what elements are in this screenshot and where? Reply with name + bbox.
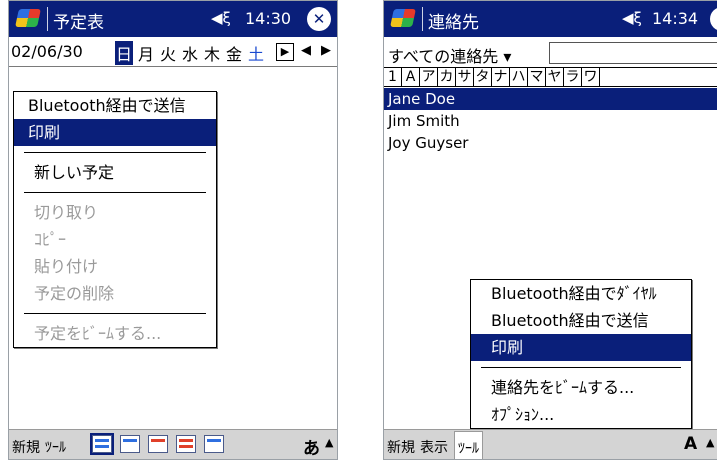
- day-selector: 日 月 火 水 木 金 土: [115, 41, 265, 65]
- filter-row: すべての連絡先 ▾: [384, 37, 717, 67]
- menu-divider: [24, 313, 206, 314]
- menu-cut[interactable]: 切り取り: [14, 199, 216, 226]
- menu-divider: [481, 367, 681, 368]
- contact-row[interactable]: Jim Smith: [384, 110, 717, 132]
- index-tabs: 1 A ア カ サ タ ナ ハ マ ヤ ラ ワ: [384, 67, 717, 87]
- speaker-icon[interactable]: ◀ξ: [622, 9, 642, 27]
- day-wed[interactable]: 水: [181, 41, 199, 65]
- menu-send-bluetooth[interactable]: Bluetooth経由で送信: [14, 92, 216, 119]
- start-button[interactable]: [15, 7, 41, 31]
- day-sun[interactable]: 日: [115, 41, 133, 65]
- clock[interactable]: 14:34: [652, 9, 698, 28]
- input-method-button[interactable]: A: [684, 434, 697, 454]
- menu-divider: [24, 152, 206, 153]
- contact-row[interactable]: Jane Doe: [384, 88, 717, 110]
- contact-row[interactable]: Joy Guyser: [384, 132, 717, 154]
- menu-beam-contact[interactable]: 連絡先をﾋﾞｰﾑする...: [471, 374, 691, 401]
- index-tab[interactable]: カ: [438, 68, 456, 86]
- app-title: 連絡先: [428, 13, 479, 33]
- menu-print[interactable]: 印刷: [471, 334, 691, 361]
- index-tab[interactable]: ワ: [582, 68, 600, 86]
- day-view-icon[interactable]: [120, 435, 140, 453]
- input-method-button[interactable]: あ: [303, 434, 320, 459]
- start-button[interactable]: [390, 7, 416, 31]
- title-separator: [422, 7, 423, 31]
- index-tab[interactable]: ヤ: [546, 68, 564, 86]
- index-tab[interactable]: ハ: [510, 68, 528, 86]
- clock[interactable]: 14:30: [245, 9, 291, 28]
- menu-send-bluetooth[interactable]: Bluetooth経由で送信: [471, 307, 691, 334]
- contact-list: Jane Doe Jim Smith Joy Guyser: [384, 88, 717, 154]
- tools-menu: Bluetooth経由でﾀﾞｲﾔﾙ Bluetooth経由で送信 印刷 連絡先を…: [470, 279, 692, 429]
- title-bar: 連絡先 ◀ξ 14:34 ✕: [384, 1, 717, 37]
- command-bar: 新規 ﾂｰﾙ あ ▲: [9, 429, 337, 459]
- app-title: 予定表: [53, 13, 104, 33]
- category-filter-dropdown[interactable]: すべての連絡先 ▾: [388, 43, 511, 67]
- menu-options[interactable]: ｵﾌﾟｼｮﾝ...: [471, 401, 691, 428]
- speaker-icon[interactable]: ◀ξ: [211, 9, 231, 27]
- menu-new-appointment[interactable]: 新しい予定: [14, 159, 216, 186]
- agenda-view-icon[interactable]: [90, 433, 114, 455]
- goto-today-icon[interactable]: ▶: [276, 43, 294, 61]
- close-icon[interactable]: ✕: [710, 7, 717, 31]
- prev-week-icon[interactable]: ◀: [301, 43, 311, 58]
- index-tab[interactable]: マ: [528, 68, 546, 86]
- index-tab[interactable]: A: [402, 68, 420, 86]
- index-tab[interactable]: タ: [474, 68, 492, 86]
- new-button[interactable]: 新規: [12, 437, 40, 457]
- day-sat[interactable]: 土: [247, 41, 265, 65]
- index-tab[interactable]: ア: [420, 68, 438, 86]
- menu-beam-appointment[interactable]: 予定をﾋﾞｰﾑする...: [14, 320, 216, 347]
- index-tab[interactable]: ラ: [564, 68, 582, 86]
- day-mon[interactable]: 月: [137, 41, 155, 65]
- calendar-screen: 予定表 ◀ξ 14:30 ✕ 02/06/30 日 月 火 水 木 金 土 ▶ …: [8, 0, 338, 460]
- title-separator: [47, 7, 48, 31]
- index-tab[interactable]: サ: [456, 68, 474, 86]
- close-icon[interactable]: ✕: [307, 7, 331, 31]
- day-thu[interactable]: 木: [203, 41, 221, 65]
- contacts-screen: 連絡先 ◀ξ 14:34 ✕ すべての連絡先 ▾ 1 A ア カ サ タ ナ ハ…: [383, 0, 717, 460]
- menu-copy[interactable]: ｺﾋﾟｰ: [14, 226, 216, 253]
- menu-print[interactable]: 印刷: [14, 119, 216, 146]
- windows-flag-icon: [390, 9, 416, 27]
- menu-delete-appointment[interactable]: 予定の削除: [14, 280, 216, 307]
- tools-menu-button[interactable]: ﾂｰﾙ: [454, 431, 483, 459]
- menu-divider: [24, 192, 206, 193]
- day-tue[interactable]: 火: [159, 41, 177, 65]
- input-panel-arrow-icon[interactable]: ▲: [706, 436, 714, 449]
- tools-menu-button[interactable]: ﾂｰﾙ: [45, 437, 66, 457]
- menu-dial-bluetooth[interactable]: Bluetooth経由でﾀﾞｲﾔﾙ: [471, 280, 691, 307]
- day-fri[interactable]: 金: [225, 41, 243, 65]
- input-panel-arrow-icon[interactable]: ▲: [325, 436, 333, 449]
- week-bar: 02/06/30 日 月 火 水 木 金 土 ▶ ◀ ▶: [9, 37, 337, 67]
- command-bar: 新規 表示 ﾂｰﾙ A ▲: [384, 429, 717, 459]
- search-input[interactable]: [549, 42, 717, 64]
- view-menu-button[interactable]: 表示: [420, 437, 448, 457]
- next-week-icon[interactable]: ▶: [321, 43, 331, 58]
- index-tab[interactable]: 1: [384, 68, 402, 86]
- title-bar: 予定表 ◀ξ 14:30 ✕: [9, 1, 337, 37]
- week-view-icon[interactable]: [148, 435, 168, 453]
- index-tab[interactable]: ナ: [492, 68, 510, 86]
- new-button[interactable]: 新規: [387, 437, 415, 457]
- tools-menu: Bluetooth経由で送信 印刷 新しい予定 切り取り ｺﾋﾟｰ 貼り付け 予…: [13, 91, 217, 348]
- windows-flag-icon: [15, 9, 41, 27]
- month-view-icon[interactable]: [176, 435, 196, 453]
- current-date[interactable]: 02/06/30: [11, 42, 83, 61]
- year-view-icon[interactable]: [204, 435, 224, 453]
- menu-paste[interactable]: 貼り付け: [14, 253, 216, 280]
